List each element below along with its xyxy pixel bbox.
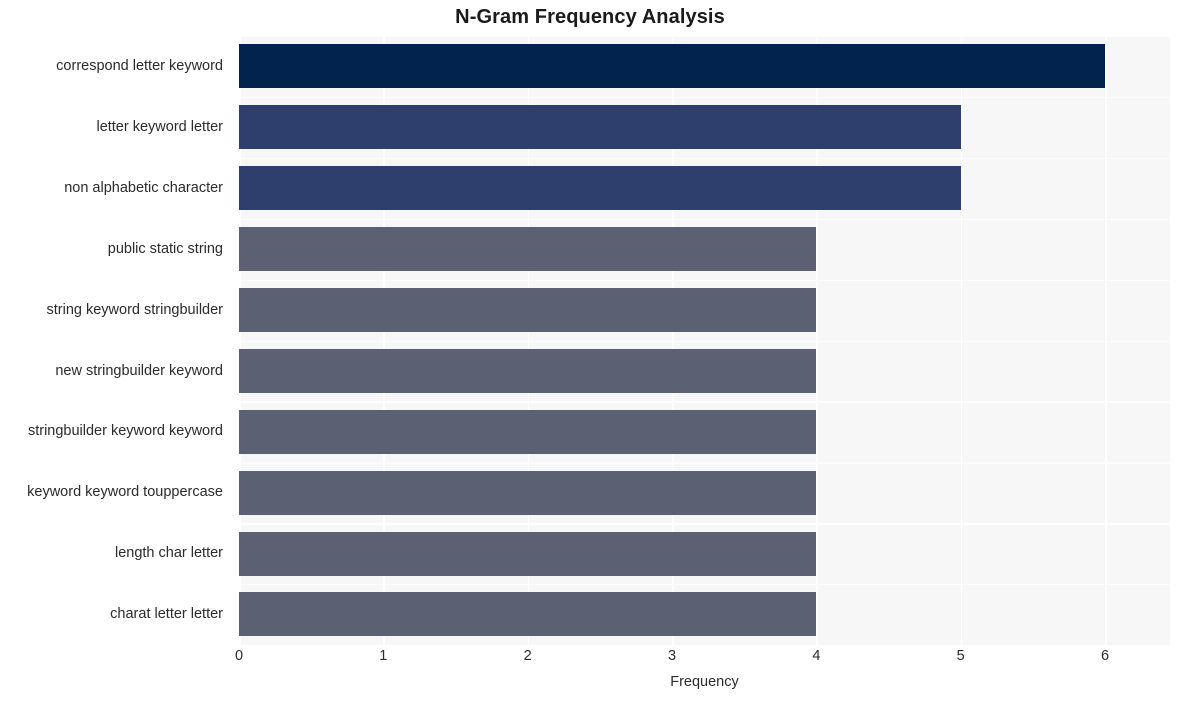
y-axis-tick-label: charat letter letter xyxy=(110,606,223,623)
x-axis-tick-label: 3 xyxy=(667,648,677,664)
bar[interactable] xyxy=(239,166,961,211)
bar[interactable] xyxy=(239,470,817,515)
y-axis-tick-label: length char letter xyxy=(114,545,223,562)
bar-row xyxy=(239,97,1170,158)
x-axis-tick-label: 6 xyxy=(1100,648,1110,664)
bar[interactable] xyxy=(239,531,817,576)
bar[interactable] xyxy=(239,409,817,454)
bar[interactable] xyxy=(239,105,961,150)
bar[interactable] xyxy=(239,592,817,637)
x-axis-tick-label: 2 xyxy=(523,648,532,664)
bar[interactable] xyxy=(239,287,817,332)
bar[interactable] xyxy=(239,44,1106,89)
bar-row xyxy=(239,158,1170,219)
x-axis-label: Frequency xyxy=(670,674,739,690)
y-axis-tick-label: string keyword stringbuilder xyxy=(46,301,224,318)
plot-area xyxy=(239,36,1170,645)
x-axis-tick-labels: 0 1 2 3 4 5 6 xyxy=(235,648,1170,670)
bar-row xyxy=(239,584,1170,645)
y-axis-tick-label: letter keyword letter xyxy=(96,118,223,135)
bar-row xyxy=(239,462,1170,523)
chart-figure: N-Gram Frequency Analysis correspond let… xyxy=(0,0,1180,701)
x-axis-tick-label: 1 xyxy=(379,648,388,664)
bar[interactable] xyxy=(239,348,817,393)
y-axis-tick-labels: correspond letter keyword letter keyword … xyxy=(0,36,231,645)
bar-row xyxy=(239,280,1170,341)
bar-row xyxy=(239,523,1170,584)
y-axis-tick-label: stringbuilder keyword keyword xyxy=(27,423,223,440)
bar-row xyxy=(239,219,1170,280)
y-axis-tick-label: new stringbuilder keyword xyxy=(55,362,223,379)
y-axis-tick-label: keyword keyword touppercase xyxy=(27,484,223,501)
y-axis-tick-label: non alphabetic character xyxy=(64,179,223,196)
bar-row xyxy=(239,36,1170,97)
x-axis-tick-label: 0 xyxy=(234,648,244,664)
chart-title: N-Gram Frequency Analysis xyxy=(455,6,725,28)
bar-row xyxy=(239,401,1170,462)
y-axis-tick-label: correspond letter keyword xyxy=(56,58,223,74)
bar[interactable] xyxy=(239,227,817,272)
x-axis-tick-label: 4 xyxy=(812,648,821,664)
x-axis-tick-label: 5 xyxy=(956,648,965,664)
bar-row xyxy=(239,341,1170,402)
y-axis-tick-label: public static string xyxy=(107,240,223,257)
